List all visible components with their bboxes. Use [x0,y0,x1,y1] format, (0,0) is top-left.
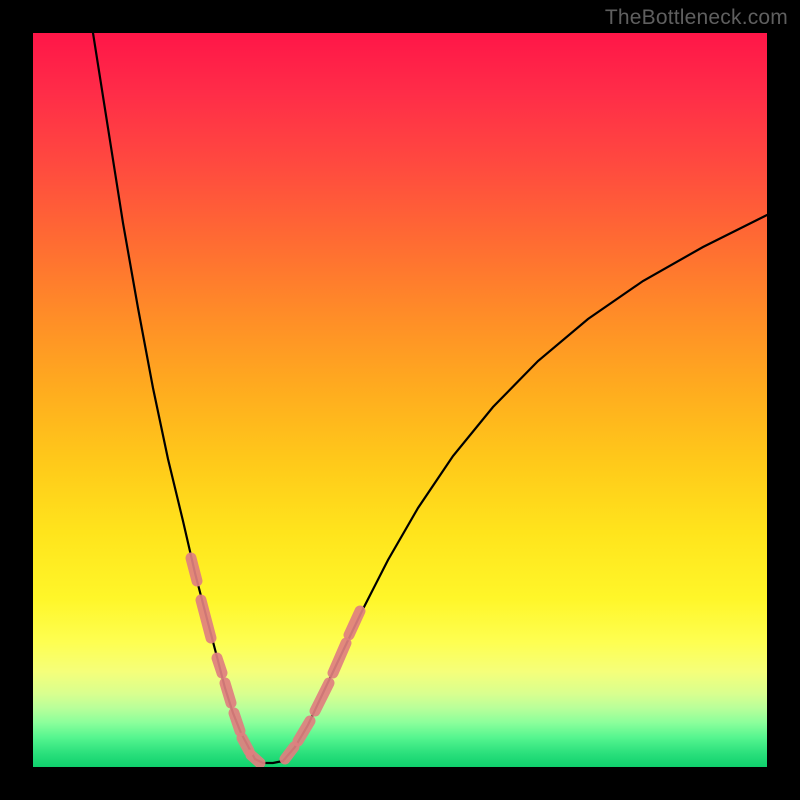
dash-mark [225,683,231,703]
dash-mark [285,747,294,759]
left-dash-marks [191,558,260,763]
dash-mark [349,611,360,635]
dash-mark [217,658,222,673]
curve-overlay [33,33,767,767]
dash-mark [251,755,260,763]
dash-mark [333,643,346,673]
dash-mark [201,600,211,638]
v-curve [93,33,767,763]
dash-mark [191,558,197,581]
dash-mark [242,738,249,751]
dash-mark [298,721,310,741]
left-arm-path [93,33,255,759]
dash-mark [315,683,329,711]
dash-mark [234,713,240,731]
right-dash-marks [285,611,360,759]
plot-area [33,33,767,767]
watermark-text: TheBottleneck.com [605,6,788,30]
right-arm-path [283,215,767,761]
